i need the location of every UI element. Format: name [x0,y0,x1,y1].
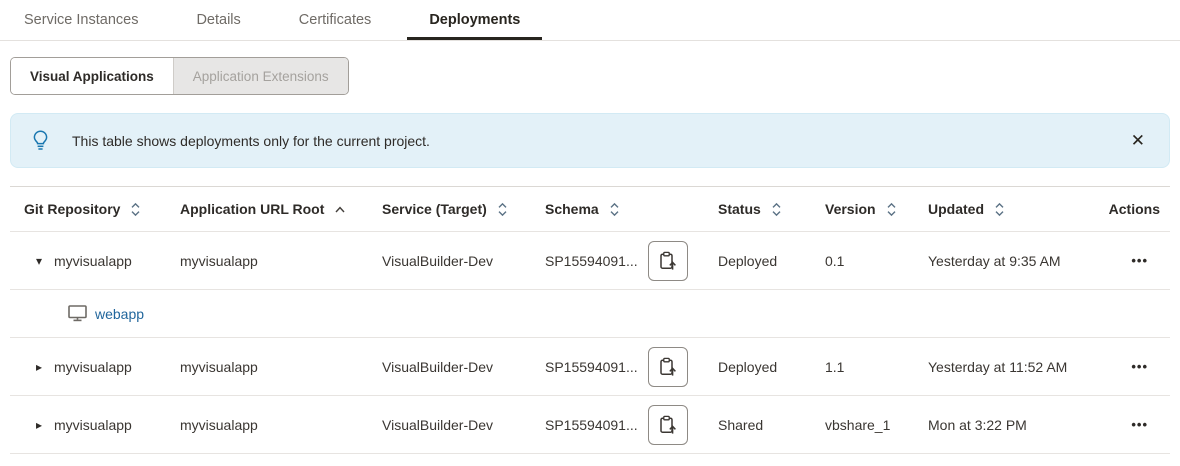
version-value: 1.1 [825,359,928,375]
tab-bar: Service Instances Details Certificates D… [0,0,1180,41]
close-icon[interactable]: ✕ [1121,126,1155,155]
column-header-application-url-root[interactable]: Application URL Root [180,201,382,217]
toggle-application-extensions: Application Extensions [173,58,348,94]
deployments-table: Git Repository Application URL Root Serv… [10,186,1170,454]
column-header-schema[interactable]: Schema [545,201,718,217]
tab-details[interactable]: Details [174,0,262,40]
tab-certificates[interactable]: Certificates [277,0,394,40]
column-label: Updated [928,201,984,217]
sort-icon [994,202,1005,217]
sort-icon [609,202,620,217]
version-value: vbshare_1 [825,417,928,433]
column-label: Git Repository [24,201,120,217]
column-label: Application URL Root [180,201,324,217]
webapp-link[interactable]: webapp [95,306,144,322]
copy-schema-button[interactable] [648,405,688,445]
column-header-updated[interactable]: Updated [928,201,1107,217]
table-header-row: Git Repository Application URL Root Serv… [10,186,1170,232]
monitor-icon [68,305,87,322]
column-label: Service (Target) [382,201,487,217]
version-value: 0.1 [825,253,928,269]
collapse-row-icon[interactable]: ▾ [33,254,45,268]
updated-value: Yesterday at 11:52 AM [928,359,1107,375]
sort-icon [130,202,141,217]
git-repository-value: myvisualapp [54,417,132,433]
application-url-root-value: myvisualapp [180,417,382,433]
copy-schema-button[interactable] [648,241,688,281]
toggle-visual-applications[interactable]: Visual Applications [11,58,173,94]
tab-service-instances[interactable]: Service Instances [2,0,160,40]
schema-value: SP15594091... [545,359,638,375]
expand-row-icon[interactable]: ▸ [33,418,45,432]
clipboard-copy-icon [659,251,677,271]
schema-value: SP15594091... [545,253,638,269]
info-banner: This table shows deployments only for th… [10,113,1170,168]
clipboard-copy-icon [659,415,677,435]
updated-value: Yesterday at 9:35 AM [928,253,1107,269]
application-url-root-value: myvisualapp [180,253,382,269]
status-value: Shared [718,417,825,433]
row-actions-menu-icon[interactable]: ••• [1131,359,1170,374]
column-label: Status [718,201,761,217]
sort-ascending-icon [334,205,346,214]
row-actions-menu-icon[interactable]: ••• [1131,253,1170,268]
service-target-value: VisualBuilder-Dev [382,253,545,269]
column-header-service-target[interactable]: Service (Target) [382,201,545,217]
app-type-toggle: Visual Applications Application Extensio… [10,57,349,95]
column-label: Actions [1109,201,1160,217]
column-header-version[interactable]: Version [825,201,928,217]
row-actions-menu-icon[interactable]: ••• [1131,417,1170,432]
column-header-git-repository[interactable]: Git Repository [24,201,180,217]
service-target-value: VisualBuilder-Dev [382,359,545,375]
status-value: Deployed [718,253,825,269]
copy-schema-button[interactable] [648,347,688,387]
git-repository-value: myvisualapp [54,253,132,269]
table-row: ▸ myvisualapp myvisualapp VisualBuilder-… [10,396,1170,454]
column-header-actions: Actions [1107,201,1170,217]
git-repository-value: myvisualapp [54,359,132,375]
banner-message: This table shows deployments only for th… [72,133,1121,149]
updated-value: Mon at 3:22 PM [928,417,1107,433]
sort-icon [497,202,508,217]
application-url-root-value: myvisualapp [180,359,382,375]
column-label: Schema [545,201,599,217]
lightbulb-icon [32,130,49,151]
column-header-status[interactable]: Status [718,201,825,217]
table-row: ▾ myvisualapp myvisualapp VisualBuilder-… [10,232,1170,290]
table-row: ▸ myvisualapp myvisualapp VisualBuilder-… [10,338,1170,396]
child-row-webapp: webapp [10,290,1170,338]
sort-icon [886,202,897,217]
column-label: Version [825,201,876,217]
schema-value: SP15594091... [545,417,638,433]
status-value: Deployed [718,359,825,375]
sort-icon [771,202,782,217]
service-target-value: VisualBuilder-Dev [382,417,545,433]
expand-row-icon[interactable]: ▸ [33,360,45,374]
tab-deployments[interactable]: Deployments [407,0,542,40]
clipboard-copy-icon [659,357,677,377]
